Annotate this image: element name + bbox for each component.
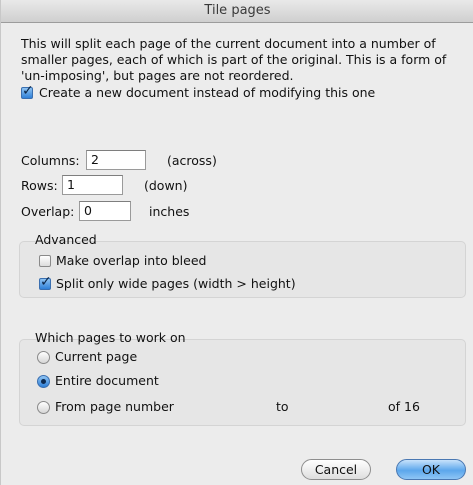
split-wide-label[interactable]: Split only wide pages (width > height) — [56, 276, 296, 291]
current-page-radio[interactable] — [37, 351, 50, 364]
overlap-bleed-checkbox[interactable] — [39, 255, 51, 267]
current-page-label[interactable]: Current page — [55, 349, 137, 364]
from-page-label[interactable]: From page number — [55, 399, 174, 414]
entire-document-radio[interactable] — [37, 375, 50, 388]
new-document-label[interactable]: Create a new document instead of modifyi… — [39, 85, 375, 100]
window-title: Tile pages — [204, 3, 271, 18]
pages-group-title: Which pages to work on — [35, 330, 186, 345]
rows-input[interactable]: 1 — [62, 175, 123, 195]
page-count-label: of 16 — [388, 399, 420, 414]
columns-label: Columns: — [21, 153, 80, 168]
tile-pages-dialog: Tile pages This will split each page of … — [0, 0, 473, 485]
columns-unit: (across) — [167, 153, 217, 168]
overlap-label: Overlap: — [21, 204, 75, 219]
description-text: This will split each page of the current… — [21, 36, 447, 83]
split-wide-checkbox[interactable] — [39, 274, 52, 290]
from-page-radio[interactable] — [37, 401, 50, 414]
overlap-input[interactable]: 0 — [79, 201, 131, 221]
overlap-unit: inches — [149, 204, 190, 219]
cancel-button[interactable]: Cancel — [301, 459, 371, 480]
overlap-bleed-label[interactable]: Make overlap into bleed — [56, 253, 206, 268]
advanced-group-title: Advanced — [35, 232, 97, 247]
rows-label: Rows: — [21, 178, 58, 193]
entire-document-label[interactable]: Entire document — [55, 373, 159, 388]
ok-button[interactable]: OK — [396, 459, 466, 480]
to-label: to — [276, 399, 289, 414]
columns-input[interactable]: 2 — [86, 150, 146, 170]
title-bar[interactable]: Tile pages — [1, 0, 473, 23]
new-document-checkbox[interactable] — [21, 83, 34, 99]
rows-unit: (down) — [144, 178, 188, 193]
